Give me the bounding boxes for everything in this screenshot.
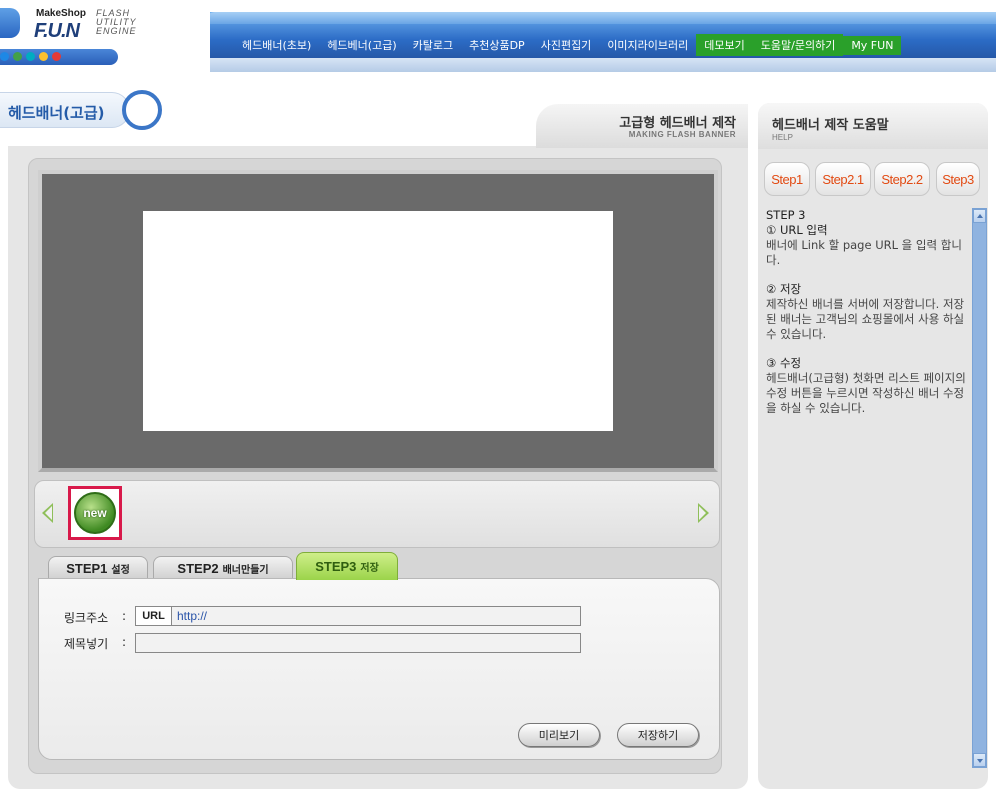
triangle-right-icon[interactable]	[698, 503, 709, 523]
help-section-head: ③ 수정	[766, 356, 802, 370]
nav-item-help[interactable]: 도움말/문의하기	[752, 34, 844, 56]
help-section-subhead: ① URL 입력	[766, 223, 828, 237]
nav-item-my-fun[interactable]: My FUN	[843, 35, 902, 55]
label-colon: :	[122, 635, 127, 649]
tab-step2[interactable]: STEP2 배너만들기	[153, 556, 293, 580]
nav-item-photo-editor[interactable]: 사진편집기	[533, 34, 600, 56]
page-title-pill: 헤드배너(고급)	[0, 92, 130, 128]
nav-underbar	[118, 58, 996, 72]
dot-icon	[0, 52, 9, 61]
app-header: MakeShop F.U.N FLASH UTILITY ENGINE 헤드배너…	[0, 0, 996, 78]
brand-tagline: FLASH UTILITY ENGINE	[96, 9, 137, 36]
help-body: STEP 3 ① URL 입력 배너에 Link 할 page URL 을 입력…	[766, 208, 971, 768]
banner-preview-canvas[interactable]	[143, 211, 613, 431]
brand-makeshop: MakeShop	[36, 8, 87, 19]
help-tab-step2-1[interactable]: Step2.1	[815, 162, 871, 196]
help-scrollbar[interactable]	[972, 208, 987, 768]
dot-icon	[26, 52, 35, 61]
help-tab-step3[interactable]: Step3	[936, 162, 980, 196]
page-title: 헤드배너(고급)	[8, 104, 105, 122]
preview-button[interactable]: 미리보기	[518, 723, 600, 747]
nav-item-headbanner-advanced[interactable]: 헤드베너(고급)	[319, 34, 404, 56]
nav-item-catalog[interactable]: 카탈로그	[405, 34, 461, 56]
content-title: 고급형 헤드배너 제작	[619, 116, 736, 131]
title-label: 제목넣기	[64, 637, 109, 651]
nav-item-demo[interactable]: 데모보기	[696, 34, 753, 56]
help-subtitle: HELP	[772, 133, 793, 142]
help-title: 헤드배너 제작 도움말	[772, 118, 889, 133]
tab-step2-label: STEP2	[177, 561, 219, 576]
logo-pill-icon	[0, 8, 20, 38]
help-section-desc: 헤드배너(고급형) 첫화면 리스트 페이지의 수정 버튼을 누르시면 작성하신 …	[766, 371, 966, 415]
content-subtitle: MAKING FLASH BANNER	[628, 130, 736, 139]
tab-step1-label: STEP1	[66, 561, 108, 576]
new-badge-icon: new	[74, 492, 116, 534]
url-input[interactable]	[172, 607, 580, 625]
label-colon: :	[122, 609, 127, 623]
thumbnail-new[interactable]: new	[68, 486, 122, 540]
save-button[interactable]: 저장하기	[617, 723, 699, 747]
tab-step2-sub: 배너만들기	[222, 565, 269, 576]
help-section-head: ② 저장	[766, 282, 802, 296]
nav-bar-highlight	[205, 12, 996, 24]
tab-step1[interactable]: STEP1 설정	[48, 556, 148, 580]
help-section-desc: 배너에 Link 할 page URL 을 입력 합니다.	[766, 238, 962, 267]
brand-fun-logo[interactable]: F.U.N	[34, 20, 80, 43]
tab-step3-sub: 저장	[360, 563, 379, 574]
content-header: 고급형 헤드배너 제작 MAKING FLASH BANNER	[536, 104, 748, 148]
nav-item-headbanner-basic[interactable]: 헤드배너(초보)	[234, 34, 319, 56]
brand-tagline-line: ENGINE	[96, 26, 137, 36]
main-nav: 헤드배너(초보) 헤드베너(고급) 카탈로그 추천상품DP 사진편집기 이미지라…	[234, 34, 902, 56]
new-badge-label: new	[83, 506, 107, 520]
dot-icon	[39, 52, 48, 61]
nav-item-recommend-dp[interactable]: 추천상품DP	[461, 34, 533, 56]
page-title-circle-icon	[122, 90, 162, 130]
nav-item-image-library[interactable]: 이미지라이브러리	[599, 34, 696, 56]
url-field: URL	[135, 606, 581, 626]
tab-step3[interactable]: STEP3 저장	[296, 552, 398, 580]
scroll-down-icon[interactable]	[973, 753, 986, 767]
help-section-desc: 제작하신 배너를 서버에 저장합니다. 저장된 배너는 고객님의 쇼핑몰에서 사…	[766, 297, 965, 341]
thumbnail-strip	[34, 480, 720, 548]
title-input[interactable]	[135, 633, 581, 653]
link-address-label: 링크주소	[64, 611, 109, 625]
scroll-up-icon[interactable]	[973, 209, 986, 223]
dot-icon	[52, 52, 61, 61]
color-dots	[0, 52, 61, 61]
help-tab-step1[interactable]: Step1	[764, 162, 810, 196]
tab-step3-label: STEP3	[315, 559, 357, 574]
help-tab-step2-2[interactable]: Step2.2	[874, 162, 930, 196]
triangle-left-icon[interactable]	[42, 503, 53, 523]
dot-icon	[13, 52, 22, 61]
help-header: 헤드배너 제작 도움말 HELP	[758, 103, 988, 149]
help-section-head: STEP 3	[766, 208, 806, 222]
tab-step1-sub: 설정	[111, 565, 130, 576]
url-prefix-label: URL	[136, 607, 172, 625]
